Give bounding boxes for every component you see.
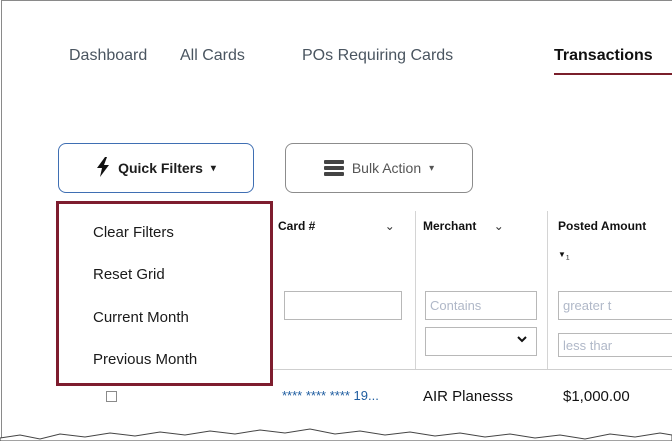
sort-order: 1 (565, 254, 570, 262)
chevron-down-icon[interactable]: ⌄ (385, 219, 395, 233)
bulk-action-label: Bulk Action (351, 160, 422, 176)
tab-dashboard[interactable]: Dashboard (69, 47, 147, 65)
column-header-merchant[interactable]: Merchant ⌄ (423, 219, 504, 233)
menu-item-previous-month[interactable]: Previous Month (93, 351, 197, 368)
caret-down-icon: ▾ (210, 162, 216, 174)
merchant-cell: AIR Planesss (423, 388, 514, 405)
tab-all-cards[interactable]: All Cards (180, 47, 245, 65)
sort-descending-icon[interactable]: ▼1 (558, 250, 570, 262)
menu-item-current-month[interactable]: Current Month (93, 309, 189, 326)
column-header-label: Card # (278, 219, 316, 233)
column-header-card[interactable]: Card # ⌄ (278, 219, 395, 233)
tab-pos-requiring-cards[interactable]: POs Requiring Cards (302, 47, 453, 65)
column-header-posted-amount[interactable]: Posted Amount (558, 219, 646, 233)
chevron-down-icon (516, 333, 528, 348)
amount-less-than-input[interactable] (558, 333, 672, 357)
bulk-action-button[interactable]: Bulk Action ▾ (285, 143, 473, 193)
menu-item-clear-filters[interactable]: Clear Filters (93, 224, 174, 241)
row-select-checkbox[interactable] (106, 391, 117, 402)
menu-item-reset-grid[interactable]: Reset Grid (93, 266, 165, 283)
column-header-label: Posted Amount (558, 219, 647, 233)
amount-greater-than-input[interactable] (558, 291, 672, 320)
posted-amount-cell: $1,000.00 (563, 388, 630, 405)
quick-filters-button[interactable]: Quick Filters ▾ (58, 143, 254, 193)
column-divider (547, 211, 548, 369)
caret-down-icon: ▾ (429, 162, 435, 174)
merchant-filter-select[interactable] (425, 327, 537, 356)
tab-transactions[interactable]: Transactions (554, 47, 672, 75)
column-header-label: Merchant (423, 219, 477, 233)
quick-filters-menu: Clear Filters Reset Grid Current Month P… (56, 201, 273, 386)
torn-edge-decoration (0, 428, 672, 441)
chevron-down-icon[interactable]: ⌄ (494, 219, 504, 233)
column-divider (415, 211, 416, 369)
quick-filters-label: Quick Filters (118, 160, 203, 176)
card-filter-input[interactable] (284, 291, 402, 320)
stack-icon (323, 160, 344, 176)
card-number-link[interactable]: **** **** **** 19... (282, 388, 379, 403)
app-window: Dashboard All Cards POs Requiring Cards … (1, 0, 672, 441)
merchant-filter-input[interactable] (425, 291, 537, 320)
lightning-bolt-icon (96, 156, 110, 180)
